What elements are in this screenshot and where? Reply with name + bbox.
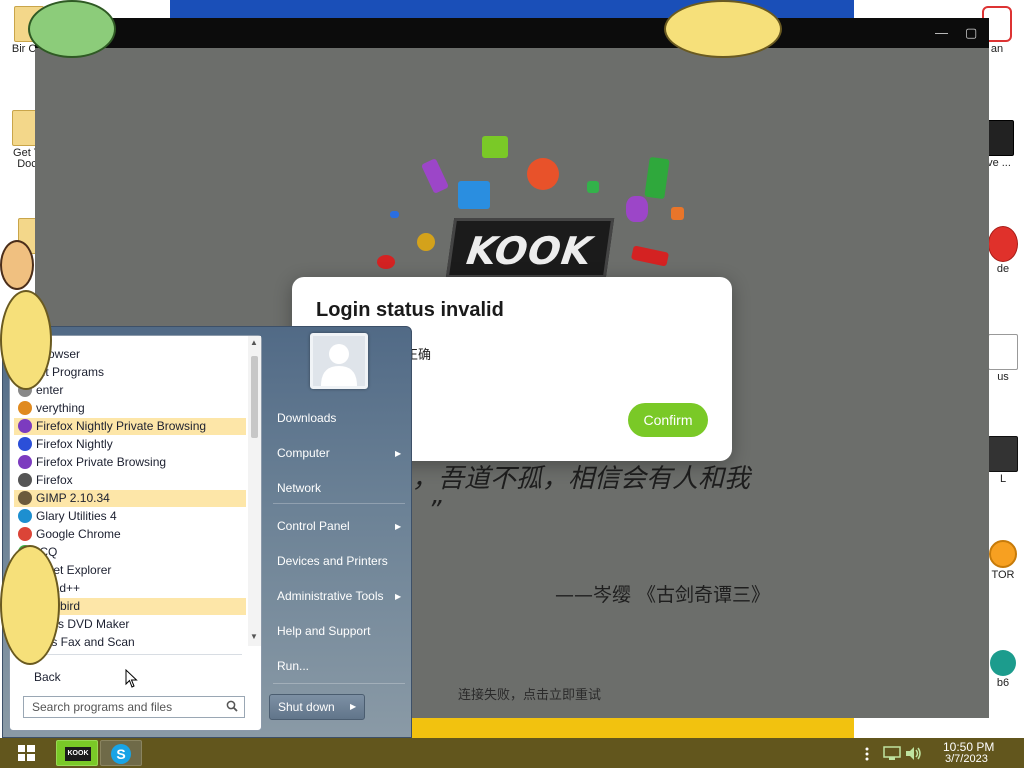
submenu-arrow-icon: ▶ (395, 592, 402, 601)
start-menu: Browser ult Programs enter verything Firefox… (2, 326, 412, 738)
confetti-shape (671, 207, 684, 220)
app-icon (988, 436, 1018, 472)
app-icon (988, 334, 1018, 370)
start-right-item[interactable]: Control Panel (277, 519, 350, 533)
windows-logo-icon (18, 745, 35, 761)
start-right-item[interactable]: Run... (277, 659, 309, 673)
dialog-title: Login status invalid (316, 299, 504, 321)
program-label: Glary Utilities 4 (36, 509, 117, 523)
clock-time[interactable]: 10:50 PM (943, 740, 994, 754)
kook-app-icon: KOOK (65, 747, 91, 761)
program-label: Google Chrome (36, 527, 121, 541)
start-right-item[interactable]: Devices and Printers (277, 554, 388, 568)
program-item[interactable]: Glary Utilities 4 (14, 508, 246, 525)
divider (273, 503, 405, 504)
user-avatar[interactable] (310, 333, 368, 389)
network-icon[interactable] (883, 746, 901, 761)
chrome-icon (18, 527, 32, 541)
program-item[interactable]: Firefox Private Browsing (14, 454, 246, 471)
confetti-shape (527, 158, 559, 190)
clock-date[interactable]: 3/7/2023 (945, 753, 988, 765)
app-icon (988, 226, 1018, 262)
cartoon-character (0, 545, 60, 665)
taskbar-kook[interactable]: KOOK (56, 740, 98, 766)
user-icon (313, 336, 365, 386)
quote-text-line-1: ，吾道不孤，相信会有人和我 (412, 464, 751, 494)
confetti-shape (482, 136, 508, 158)
program-label: Firefox Nightly Private Browsing (36, 419, 207, 433)
start-button[interactable] (6, 739, 46, 767)
scroll-down-icon[interactable]: ▼ (250, 632, 258, 641)
program-label: Firefox (36, 473, 73, 487)
firefox-private-icon (18, 455, 32, 469)
gimp-icon (18, 491, 32, 505)
program-label: Firefox Private Browsing (36, 455, 167, 469)
cartoon-character (0, 240, 34, 290)
program-label: GIMP 2.10.34 (36, 491, 110, 505)
start-right-item[interactable]: Network (277, 481, 321, 495)
tray-overflow-icon[interactable] (864, 746, 870, 762)
start-right-item[interactable]: Help and Support (277, 624, 370, 638)
skype-app-icon: S (111, 744, 131, 764)
cartoon-character (0, 290, 52, 390)
app-icon (989, 540, 1017, 568)
firefox-icon (18, 473, 32, 487)
shutdown-options-icon[interactable]: ▶ (350, 702, 356, 711)
program-item[interactable]: enter (14, 382, 246, 399)
quote-author: ——岑缨 《古剑奇谭三》 (555, 584, 771, 606)
confetti-shape (458, 181, 490, 209)
submenu-arrow-icon: ▶ (395, 522, 402, 531)
program-item[interactable]: Firefox Nightly (14, 436, 246, 453)
everything-icon (18, 401, 32, 415)
program-item[interactable]: Firefox (14, 472, 246, 489)
scroll-up-icon[interactable]: ▲ (250, 338, 258, 347)
kook-logo: KOOK (445, 218, 615, 278)
start-right-item[interactable]: Administrative Tools (277, 589, 384, 603)
confetti-shape (377, 255, 395, 269)
search-icon (226, 700, 238, 712)
program-label: Firefox Nightly (36, 437, 113, 451)
program-item[interactable]: Firefox Nightly Private Browsing (14, 418, 246, 435)
kook-titlebar: — ▢ (35, 18, 989, 48)
submenu-arrow-icon: ▶ (395, 449, 402, 458)
mouse-cursor-icon (125, 669, 138, 688)
divider (14, 654, 242, 655)
firefox-nightly-icon (18, 437, 32, 451)
firefox-private-icon (18, 419, 32, 433)
confirm-button[interactable]: Confirm (628, 403, 708, 437)
app-icon (990, 650, 1016, 676)
confetti-shape (417, 233, 435, 251)
cartoon-character (28, 0, 116, 58)
scroll-thumb[interactable] (251, 356, 258, 438)
confetti-shape (630, 245, 670, 267)
start-right-item[interactable]: Computer (277, 446, 330, 460)
search-input[interactable]: Search programs and files (23, 696, 245, 718)
confetti-shape (587, 181, 599, 193)
confetti-shape (626, 196, 648, 222)
program-list-scrollbar[interactable]: ▲ ▼ (248, 336, 261, 646)
cartoon-character (664, 0, 782, 58)
minimize-button[interactable]: — (935, 25, 948, 40)
maximize-button[interactable]: ▢ (965, 25, 977, 41)
confetti-shape (390, 211, 399, 218)
quote-text-line-2: ” (428, 496, 442, 526)
program-label: verything (36, 401, 85, 415)
shutdown-button[interactable]: Shut down ▶ (269, 694, 365, 720)
back-button[interactable]: Back (34, 670, 61, 684)
confetti-shape (644, 156, 670, 200)
program-item[interactable]: verything (14, 400, 246, 417)
divider (273, 683, 405, 684)
wallpaper-bottom (410, 718, 854, 738)
retry-link[interactable]: 连接失败，点击立即重试 (458, 684, 601, 703)
glary-icon (18, 509, 32, 523)
program-item[interactable]: Google Chrome (14, 526, 246, 543)
taskbar: KOOK S 10:50 PM 3/7/2023 (0, 738, 1024, 768)
program-label: enter (36, 383, 64, 397)
confetti-shape (420, 158, 450, 194)
taskbar-skype[interactable]: S (100, 740, 142, 766)
program-item[interactable]: ult Programs (14, 364, 246, 381)
program-item[interactable]: GIMP 2.10.34 (14, 490, 246, 507)
volume-icon[interactable] (905, 746, 923, 761)
start-right-item[interactable]: Downloads (277, 411, 336, 425)
